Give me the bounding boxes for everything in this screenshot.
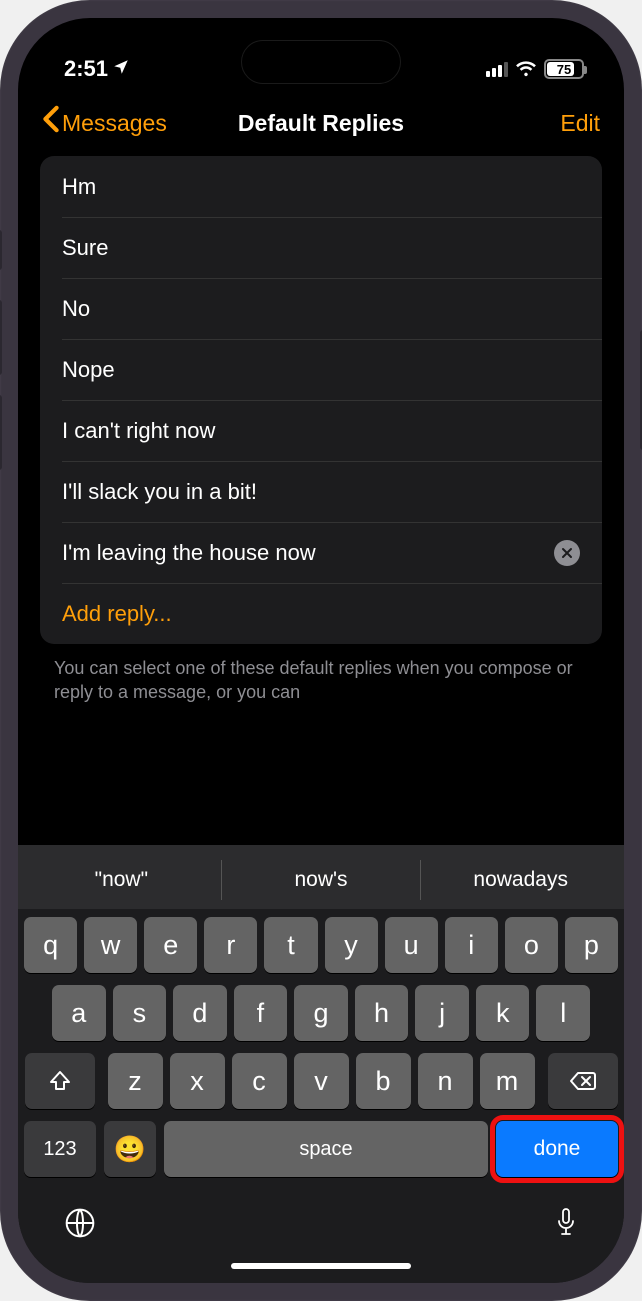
replies-hint-text: You can select one of these default repl… (18, 644, 624, 705)
battery-percent: 75 (557, 62, 571, 77)
reply-text: No (62, 296, 90, 322)
content-area: Hm Sure No Nope I can't right now I'll s… (18, 156, 624, 844)
emoji-icon: 😀 (114, 1134, 146, 1165)
key-h[interactable]: h (355, 985, 409, 1041)
microphone-icon (554, 1207, 578, 1239)
keyboard-area: "now" now's nowadays q w e r t y u i o p (18, 844, 624, 1283)
key-k[interactable]: k (476, 985, 530, 1041)
shift-icon (48, 1069, 72, 1093)
key-p[interactable]: p (565, 917, 618, 973)
key-g[interactable]: g (294, 985, 348, 1041)
key-l[interactable]: l (536, 985, 590, 1041)
reply-row[interactable]: I'll slack you in a bit! (40, 461, 602, 522)
key-x[interactable]: x (170, 1053, 225, 1109)
keyboard-bottom-row (24, 1189, 618, 1255)
prediction-1[interactable]: "now" (22, 860, 221, 900)
keyboard-row-4: 123 😀 space done (24, 1121, 618, 1177)
status-time: 2:51 (64, 56, 108, 82)
emoji-key[interactable]: 😀 (104, 1121, 156, 1177)
key-t[interactable]: t (264, 917, 317, 973)
keyboard-row-3: z x c v b n m (24, 1053, 618, 1109)
phone-frame: 2:51 75 (0, 0, 642, 1301)
keyboard-row-2: a s d f g h j k l (24, 985, 618, 1041)
reply-row[interactable]: I can't right now (40, 400, 602, 461)
reply-row[interactable]: Sure (40, 217, 602, 278)
key-f[interactable]: f (234, 985, 288, 1041)
back-label: Messages (62, 110, 167, 137)
key-y[interactable]: y (325, 917, 378, 973)
prediction-2[interactable]: now's (221, 860, 421, 900)
key-w[interactable]: w (84, 917, 137, 973)
reply-text: I can't right now (62, 418, 215, 444)
screen: 2:51 75 (18, 18, 624, 1283)
key-v[interactable]: v (294, 1053, 349, 1109)
key-n[interactable]: n (418, 1053, 473, 1109)
key-r[interactable]: r (204, 917, 257, 973)
globe-icon (64, 1207, 96, 1239)
cellular-signal-icon (486, 61, 508, 77)
replies-list: Hm Sure No Nope I can't right now I'll s… (40, 156, 602, 644)
key-m[interactable]: m (480, 1053, 535, 1109)
prediction-3[interactable]: nowadays (420, 860, 620, 900)
key-z[interactable]: z (108, 1053, 163, 1109)
backspace-icon (569, 1070, 597, 1092)
edit-button[interactable]: Edit (560, 110, 600, 137)
reply-row-editing[interactable] (40, 522, 602, 583)
reply-text: Hm (62, 174, 96, 200)
globe-key[interactable] (64, 1207, 96, 1247)
key-a[interactable]: a (52, 985, 106, 1041)
reply-row[interactable]: Nope (40, 339, 602, 400)
nav-bar: Messages Default Replies Edit (18, 98, 624, 156)
key-q[interactable]: q (24, 917, 77, 973)
numeric-key[interactable]: 123 (24, 1121, 96, 1177)
key-c[interactable]: c (232, 1053, 287, 1109)
reply-row[interactable]: Hm (40, 156, 602, 217)
key-j[interactable]: j (415, 985, 469, 1041)
done-key[interactable]: done (496, 1121, 618, 1177)
key-u[interactable]: u (385, 917, 438, 973)
reply-text: Nope (62, 357, 115, 383)
reply-row[interactable]: No (40, 278, 602, 339)
reply-edit-input[interactable] (62, 540, 544, 566)
back-button[interactable]: Messages (42, 105, 167, 141)
reply-text: Sure (62, 235, 108, 261)
battery-indicator: 75 (544, 59, 584, 79)
backspace-key[interactable] (548, 1053, 618, 1109)
shift-key[interactable] (25, 1053, 95, 1109)
reply-text: I'll slack you in a bit! (62, 479, 257, 505)
key-e[interactable]: e (144, 917, 197, 973)
status-right: 75 (486, 59, 584, 79)
key-b[interactable]: b (356, 1053, 411, 1109)
key-d[interactable]: d (173, 985, 227, 1041)
status-left: 2:51 (64, 56, 130, 82)
keyboard: q w e r t y u i o p a s d f g h (18, 909, 624, 1283)
key-s[interactable]: s (113, 985, 167, 1041)
key-o[interactable]: o (505, 917, 558, 973)
done-label: done (534, 1137, 581, 1161)
home-indicator[interactable] (231, 1263, 411, 1269)
keyboard-row-1: q w e r t y u i o p (24, 917, 618, 973)
clear-text-button[interactable] (554, 540, 580, 566)
side-button (0, 230, 2, 270)
x-icon (561, 547, 573, 559)
dictation-key[interactable] (554, 1207, 578, 1247)
add-reply-label: Add reply... (62, 601, 172, 627)
volume-down-button (0, 395, 2, 470)
space-key[interactable]: space (164, 1121, 488, 1177)
keyboard-predictions: "now" now's nowadays (18, 851, 624, 909)
location-arrow-icon (112, 56, 130, 82)
wifi-icon (515, 60, 537, 78)
chevron-left-icon (42, 105, 60, 141)
add-reply-button[interactable]: Add reply... (40, 583, 602, 644)
key-i[interactable]: i (445, 917, 498, 973)
volume-up-button (0, 300, 2, 375)
dynamic-island (241, 40, 401, 84)
